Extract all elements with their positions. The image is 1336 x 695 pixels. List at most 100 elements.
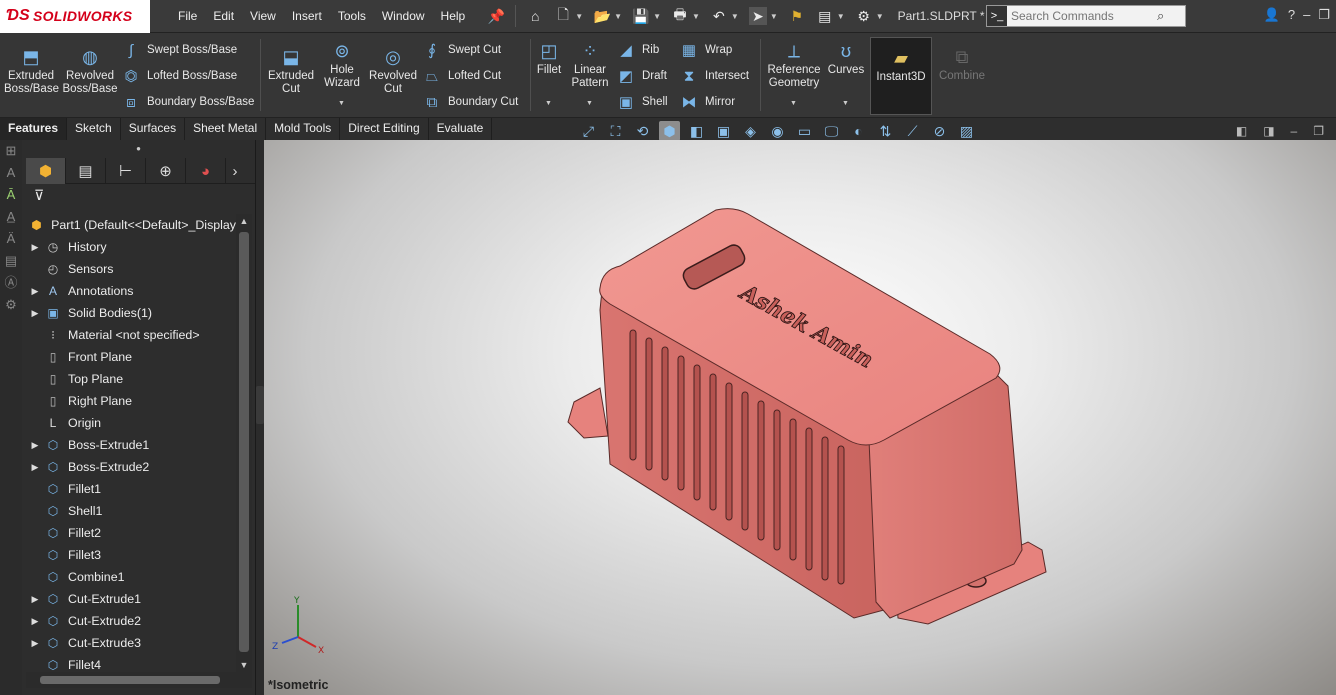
- scroll-up-icon[interactable]: ▲: [236, 216, 252, 226]
- note-icon[interactable]: Ä: [0, 228, 22, 250]
- tab-evaluate[interactable]: Evaluate: [428, 118, 493, 140]
- feature-manager-tab-icon[interactable]: ⬢: [26, 158, 66, 184]
- display-manager-tab-icon[interactable]: ◕: [186, 158, 226, 184]
- chevron-down-icon[interactable]: ▼: [876, 12, 884, 21]
- shell-button[interactable]: ▣ Shell: [617, 92, 668, 112]
- file-properties-icon[interactable]: ▤: [816, 7, 834, 25]
- property-manager-tab-icon[interactable]: ▤: [66, 158, 106, 184]
- table-icon[interactable]: ▤: [0, 250, 22, 272]
- pin-icon[interactable]: 📌: [487, 7, 505, 25]
- menu-insert[interactable]: Insert: [284, 9, 330, 23]
- draft-button[interactable]: ◩ Draft: [617, 66, 667, 86]
- tab-sheet-metal[interactable]: Sheet Metal: [185, 118, 267, 140]
- chevron-down-icon[interactable]: ▼: [545, 100, 552, 107]
- tree-item[interactable]: ⬡ Fillet1: [26, 478, 236, 500]
- swept-boss-button[interactable]: ∫ Swept Boss/Base: [122, 40, 237, 60]
- scroll-thumb[interactable]: [239, 232, 249, 652]
- boundary-cut-button[interactable]: ⧉ Boundary Cut: [423, 92, 519, 112]
- menu-file[interactable]: File: [170, 9, 205, 23]
- menu-window[interactable]: Window: [374, 9, 433, 23]
- image-icon[interactable]: ▨: [956, 121, 977, 141]
- tree-vertical-scrollbar[interactable]: ▲ ▼: [236, 214, 252, 672]
- chevron-down-icon[interactable]: ▼: [586, 100, 593, 107]
- enclosure-model[interactable]: Ashek Amin: [264, 140, 1336, 695]
- visibility-icon[interactable]: ◐: [848, 121, 869, 141]
- settings-icon[interactable]: ⚙: [0, 294, 22, 316]
- search-icon[interactable]: ⌕: [1157, 8, 1164, 24]
- tree-item[interactable]: ▯ Top Plane: [26, 368, 236, 390]
- tab-surfaces[interactable]: Surfaces: [120, 118, 186, 140]
- section-view-icon[interactable]: ◧: [686, 121, 707, 141]
- hole-wizard-button[interactable]: ⊚ Hole Wizard: [320, 41, 364, 90]
- linear-pattern-button[interactable]: ⁘ Linear Pattern: [568, 41, 612, 90]
- chevron-down-icon[interactable]: ▼: [575, 12, 583, 21]
- curves-button[interactable]: ʊ Curves: [826, 41, 866, 77]
- chevron-right-icon[interactable]: ›: [226, 158, 244, 184]
- graphics-area[interactable]: Ashek Amin Y X Z *Isometric: [264, 140, 1336, 695]
- instant3d-button[interactable]: ▰ Instant3D: [870, 37, 932, 115]
- tree-item[interactable]: ▶ ⬡ Cut-Extrude1: [26, 588, 236, 610]
- weld-icon[interactable]: Ⓐ: [0, 272, 22, 294]
- wrap-button[interactable]: ▦ Wrap: [680, 40, 732, 60]
- tree-item[interactable]: ▶ ⬡ Boss-Extrude1: [26, 434, 236, 456]
- minimize-icon[interactable]: –: [1303, 7, 1310, 23]
- user-icon[interactable]: 👤: [1264, 7, 1280, 23]
- view-orientation-cube-icon[interactable]: ⬢: [659, 121, 680, 141]
- zoom-area-icon[interactable]: ⛶: [605, 121, 626, 141]
- tab-direct-editing[interactable]: Direct Editing: [340, 118, 429, 140]
- panel-splitter[interactable]: [256, 386, 264, 424]
- expand-arrow-icon[interactable]: ▶: [26, 286, 44, 297]
- tree-item[interactable]: ▶ ⬡ Cut-Extrude2: [26, 610, 236, 632]
- tree-item[interactable]: ⬡ Fillet3: [26, 544, 236, 566]
- reference-geometry-button[interactable]: ⟂ Reference Geometry: [766, 41, 822, 90]
- tree-item[interactable]: ⬡ Fillet2: [26, 522, 236, 544]
- appearance-icon[interactable]: ◉: [767, 121, 788, 141]
- expand-arrow-icon[interactable]: ▶: [26, 462, 44, 473]
- menu-view[interactable]: View: [242, 9, 284, 23]
- swept-cut-button[interactable]: ∮ Swept Cut: [423, 40, 501, 60]
- tree-item[interactable]: ▶ ⬡ Boss-Extrude2: [26, 456, 236, 478]
- tree-item[interactable]: ⁝ Material <not specified>: [26, 324, 236, 346]
- new-document-icon[interactable]: 🗋: [554, 6, 572, 25]
- chevron-down-icon[interactable]: ▼: [692, 12, 700, 21]
- text-tool-icon[interactable]: A: [0, 162, 22, 184]
- tile-right-icon[interactable]: ◨: [1263, 124, 1274, 138]
- options-gear-icon[interactable]: ⚙: [855, 7, 873, 25]
- scroll-down-icon[interactable]: ▼: [236, 660, 252, 670]
- rebuild-icon[interactable]: ⚑: [788, 7, 806, 25]
- mirror-button[interactable]: ⧓ Mirror: [680, 92, 736, 112]
- extruded-cut-button[interactable]: ⬓ Extruded Cut: [265, 47, 317, 96]
- tree-item[interactable]: ▶ ▣ Solid Bodies(1): [26, 302, 236, 324]
- chevron-down-icon[interactable]: ▼: [653, 12, 661, 21]
- smart-dimension-icon[interactable]: Ā: [0, 184, 22, 206]
- tree-item[interactable]: ▯ Front Plane: [26, 346, 236, 368]
- sketch-tool-icon[interactable]: ⊞: [0, 140, 22, 162]
- previous-view-icon[interactable]: ⟲: [632, 121, 653, 141]
- menu-tools[interactable]: Tools: [330, 9, 374, 23]
- tree-horizontal-scrollbar[interactable]: [26, 672, 252, 688]
- chevron-down-icon[interactable]: ▼: [837, 12, 845, 21]
- tree-root-part1[interactable]: ⬢ Part1 (Default<<Default>_Display: [26, 214, 236, 236]
- revolved-cut-button[interactable]: ◎ Revolved Cut: [367, 47, 419, 96]
- menu-edit[interactable]: Edit: [205, 9, 242, 23]
- combine-button[interactable]: ⧉ Combine: [936, 47, 988, 83]
- zoom-to-fit-icon[interactable]: ⤢: [578, 121, 599, 141]
- select-cursor-icon[interactable]: ➤: [748, 7, 767, 25]
- dimxpert-tab-icon[interactable]: ⊕: [146, 158, 186, 184]
- tree-item[interactable]: ⬡ Shell1: [26, 500, 236, 522]
- hide-show-items-icon[interactable]: ◈: [740, 121, 761, 141]
- save-icon[interactable]: 💾: [632, 7, 650, 25]
- tab-mold-tools[interactable]: Mold Tools: [266, 118, 341, 140]
- lofted-cut-button[interactable]: ⏢ Lofted Cut: [423, 66, 501, 86]
- expand-arrow-icon[interactable]: ▶: [26, 440, 44, 451]
- dimension-icon[interactable]: ⊘: [929, 121, 950, 141]
- tree-item[interactable]: L Origin: [26, 412, 236, 434]
- tab-sketch[interactable]: Sketch: [67, 118, 121, 140]
- minimize-icon[interactable]: –: [1291, 124, 1298, 138]
- print-icon[interactable]: 🖶: [671, 6, 689, 25]
- chevron-down-icon[interactable]: ▼: [842, 100, 849, 107]
- restore-icon[interactable]: ❐: [1318, 7, 1330, 23]
- expand-arrow-icon[interactable]: ▶: [26, 242, 44, 253]
- home-icon[interactable]: ⌂: [526, 7, 544, 25]
- measure-icon[interactable]: ⟋: [902, 121, 923, 141]
